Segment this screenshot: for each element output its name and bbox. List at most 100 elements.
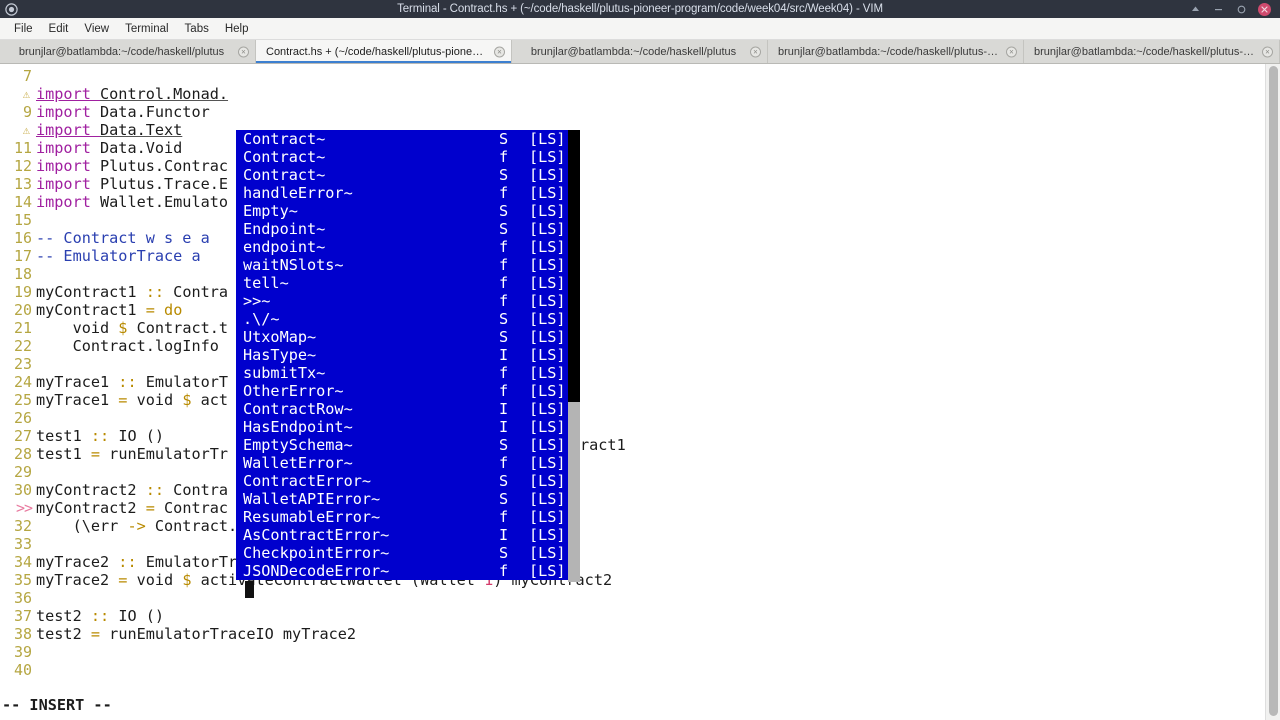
autocomplete-item[interactable]: ContractError~ S [LS] <box>236 472 580 490</box>
line-number: 17 <box>13 247 32 265</box>
autocomplete-item[interactable]: ContractRow~ I [LS] <box>236 400 580 418</box>
line-number: 25 <box>13 391 32 409</box>
code-line: 20 myContract1 = do <box>0 301 1265 319</box>
autocomplete-item[interactable]: ResumableError~ f [LS] <box>236 508 580 526</box>
line-number: 20 <box>13 301 32 319</box>
code-line: 16 -- Contract w s e a <box>0 229 1265 247</box>
menu-view[interactable]: View <box>76 21 117 37</box>
autocomplete-item[interactable]: AsContractError~ I [LS] <box>236 526 580 544</box>
autocomplete-source: [LS] <box>529 238 566 256</box>
autocomplete-item[interactable]: HasType~ I [LS] <box>236 346 580 364</box>
line-number: 33 <box>13 535 32 553</box>
code-text: test1 = runEmulatorTr <box>36 445 229 463</box>
autocomplete-item[interactable]: CheckpointError~ S [LS] <box>236 544 580 562</box>
autocomplete-kind: S <box>499 472 509 490</box>
autocomplete-scrollbar-thumb[interactable] <box>568 130 580 402</box>
tab-2[interactable]: brunjlar@batlambda:~/code/haskell/plutus… <box>512 40 768 63</box>
code-line: 12 import Plutus.Contrac <box>0 157 1265 175</box>
autocomplete-item[interactable]: JSONDecodeError~ f [LS] <box>236 562 580 580</box>
autocomplete-item[interactable]: handleError~ f [LS] <box>236 184 580 202</box>
minimize-icon[interactable] <box>1212 3 1225 16</box>
tab-close-icon[interactable]: × <box>238 46 249 57</box>
tab-4[interactable]: brunjlar@batlambda:~/code/haskell/plutus… <box>1024 40 1280 63</box>
autocomplete-item[interactable]: UtxoMap~ S [LS] <box>236 328 580 346</box>
code-text: import Plutus.Contrac <box>36 157 229 175</box>
line-number: 21 <box>13 319 32 337</box>
autocomplete-source: [LS] <box>529 382 566 400</box>
autocomplete-item[interactable]: >>~ f [LS] <box>236 292 580 310</box>
tab-close-icon[interactable]: × <box>750 46 761 57</box>
window-scrollbar-track[interactable] <box>1265 64 1280 720</box>
autocomplete-item[interactable]: Contract~ S [LS] <box>236 166 580 184</box>
window-scrollbar-thumb[interactable] <box>1269 66 1278 716</box>
autocomplete-kind: f <box>499 364 509 382</box>
autocomplete-item[interactable]: Contract~ S [LS] <box>236 130 580 148</box>
autocomplete-item[interactable]: EmptySchema~ S [LS] <box>236 436 580 454</box>
code-text: myTrace1 :: EmulatorT <box>36 373 229 391</box>
code-line: 7 <box>0 67 1265 85</box>
window-title: Terminal - Contract.hs + (~/code/haskell… <box>397 3 883 15</box>
autocomplete-scrollbar-track[interactable] <box>568 130 580 582</box>
autocomplete-kind: I <box>499 346 509 364</box>
autocomplete-word: WalletError~ <box>243 454 353 472</box>
autocomplete-item[interactable]: Contract~ f [LS] <box>236 148 580 166</box>
close-icon[interactable] <box>1258 2 1271 16</box>
tab-close-icon[interactable]: × <box>1006 46 1017 57</box>
line-number: 29 <box>13 463 32 481</box>
tab-3[interactable]: brunjlar@batlambda:~/code/haskell/plutus… <box>768 40 1024 63</box>
vim-buffer[interactable]: 7 ⚠ import Control.Monad. 9 import Data.Func… <box>0 67 1265 679</box>
code-line: 30 myContract2 :: Contra <box>0 481 1265 499</box>
tab-1-active[interactable]: Contract.hs + (~/code/haskell/plutus-pio… <box>256 40 512 63</box>
autocomplete-item[interactable]: submitTx~ f [LS] <box>236 364 580 382</box>
line-number: 12 <box>13 157 32 175</box>
autocomplete-kind: f <box>499 382 509 400</box>
autocomplete-word: Contract~ <box>243 130 326 148</box>
autocomplete-kind: S <box>499 436 509 454</box>
line-number: 34 <box>13 553 32 571</box>
tab-close-icon[interactable]: × <box>1262 46 1273 57</box>
terminal-viewport[interactable]: 7 ⚠ import Control.Monad. 9 import Data.Func… <box>0 64 1280 720</box>
line-number: 30 <box>13 481 32 499</box>
tab-label: brunjlar@batlambda:~/code/haskell/plutus… <box>778 45 1001 58</box>
autocomplete-item[interactable]: Endpoint~ S [LS] <box>236 220 580 238</box>
tab-close-icon[interactable]: × <box>494 46 505 57</box>
autocomplete-word: ContractError~ <box>243 472 372 490</box>
autocomplete-item[interactable]: waitNSlots~ f [LS] <box>236 256 580 274</box>
menu-terminal[interactable]: Terminal <box>117 21 176 37</box>
tab-label: Contract.hs + (~/code/haskell/plutus-pio… <box>266 45 489 58</box>
autocomplete-word: endpoint~ <box>243 238 326 256</box>
autocomplete-kind: S <box>499 220 509 238</box>
autocomplete-item[interactable]: Empty~ S [LS] <box>236 202 580 220</box>
autocomplete-item[interactable]: .\/~ S [LS] <box>236 310 580 328</box>
menu-edit[interactable]: Edit <box>41 21 77 37</box>
autocomplete-item[interactable]: tell~ f [LS] <box>236 274 580 292</box>
menu-file[interactable]: File <box>6 21 41 37</box>
autocomplete-kind: S <box>499 544 509 562</box>
tab-0[interactable]: brunjlar@batlambda:~/code/haskell/plutus… <box>0 40 256 63</box>
autocomplete-item[interactable]: OtherError~ f [LS] <box>236 382 580 400</box>
maximize-icon[interactable] <box>1235 3 1248 16</box>
line-number: 9 <box>22 103 32 121</box>
menu-tabs[interactable]: Tabs <box>177 21 217 37</box>
autocomplete-word: >>~ <box>243 292 271 310</box>
autocomplete-source: [LS] <box>529 166 566 184</box>
autocomplete-item[interactable]: HasEndpoint~ I [LS] <box>236 418 580 436</box>
autocomplete-popup[interactable]: Contract~ S [LS] Contract~ f [LS] Contract~ S [L… <box>236 130 580 580</box>
autocomplete-word: JSONDecodeError~ <box>243 562 390 580</box>
line-number: 16 <box>13 229 32 247</box>
line-number: 19 <box>13 283 32 301</box>
line-number: 40 <box>13 661 32 679</box>
code-text: import Data.Functor <box>36 103 210 121</box>
autocomplete-word: HasEndpoint~ <box>243 418 353 436</box>
autocomplete-item[interactable]: WalletAPIError~ S [LS] <box>236 490 580 508</box>
menu-help[interactable]: Help <box>217 21 257 37</box>
line-number: 35 <box>13 571 32 589</box>
line-number: 39 <box>13 643 32 661</box>
autocomplete-word: ResumableError~ <box>243 508 381 526</box>
autocomplete-item[interactable]: WalletError~ f [LS] <box>236 454 580 472</box>
code-line: 38 test2 = runEmulatorTraceIO myTrace2 <box>0 625 1265 643</box>
autocomplete-kind: f <box>499 454 509 472</box>
shade-icon[interactable] <box>1189 3 1202 16</box>
code-line: 14 import Wallet.Emulato <box>0 193 1265 211</box>
autocomplete-item[interactable]: endpoint~ f [LS] <box>236 238 580 256</box>
